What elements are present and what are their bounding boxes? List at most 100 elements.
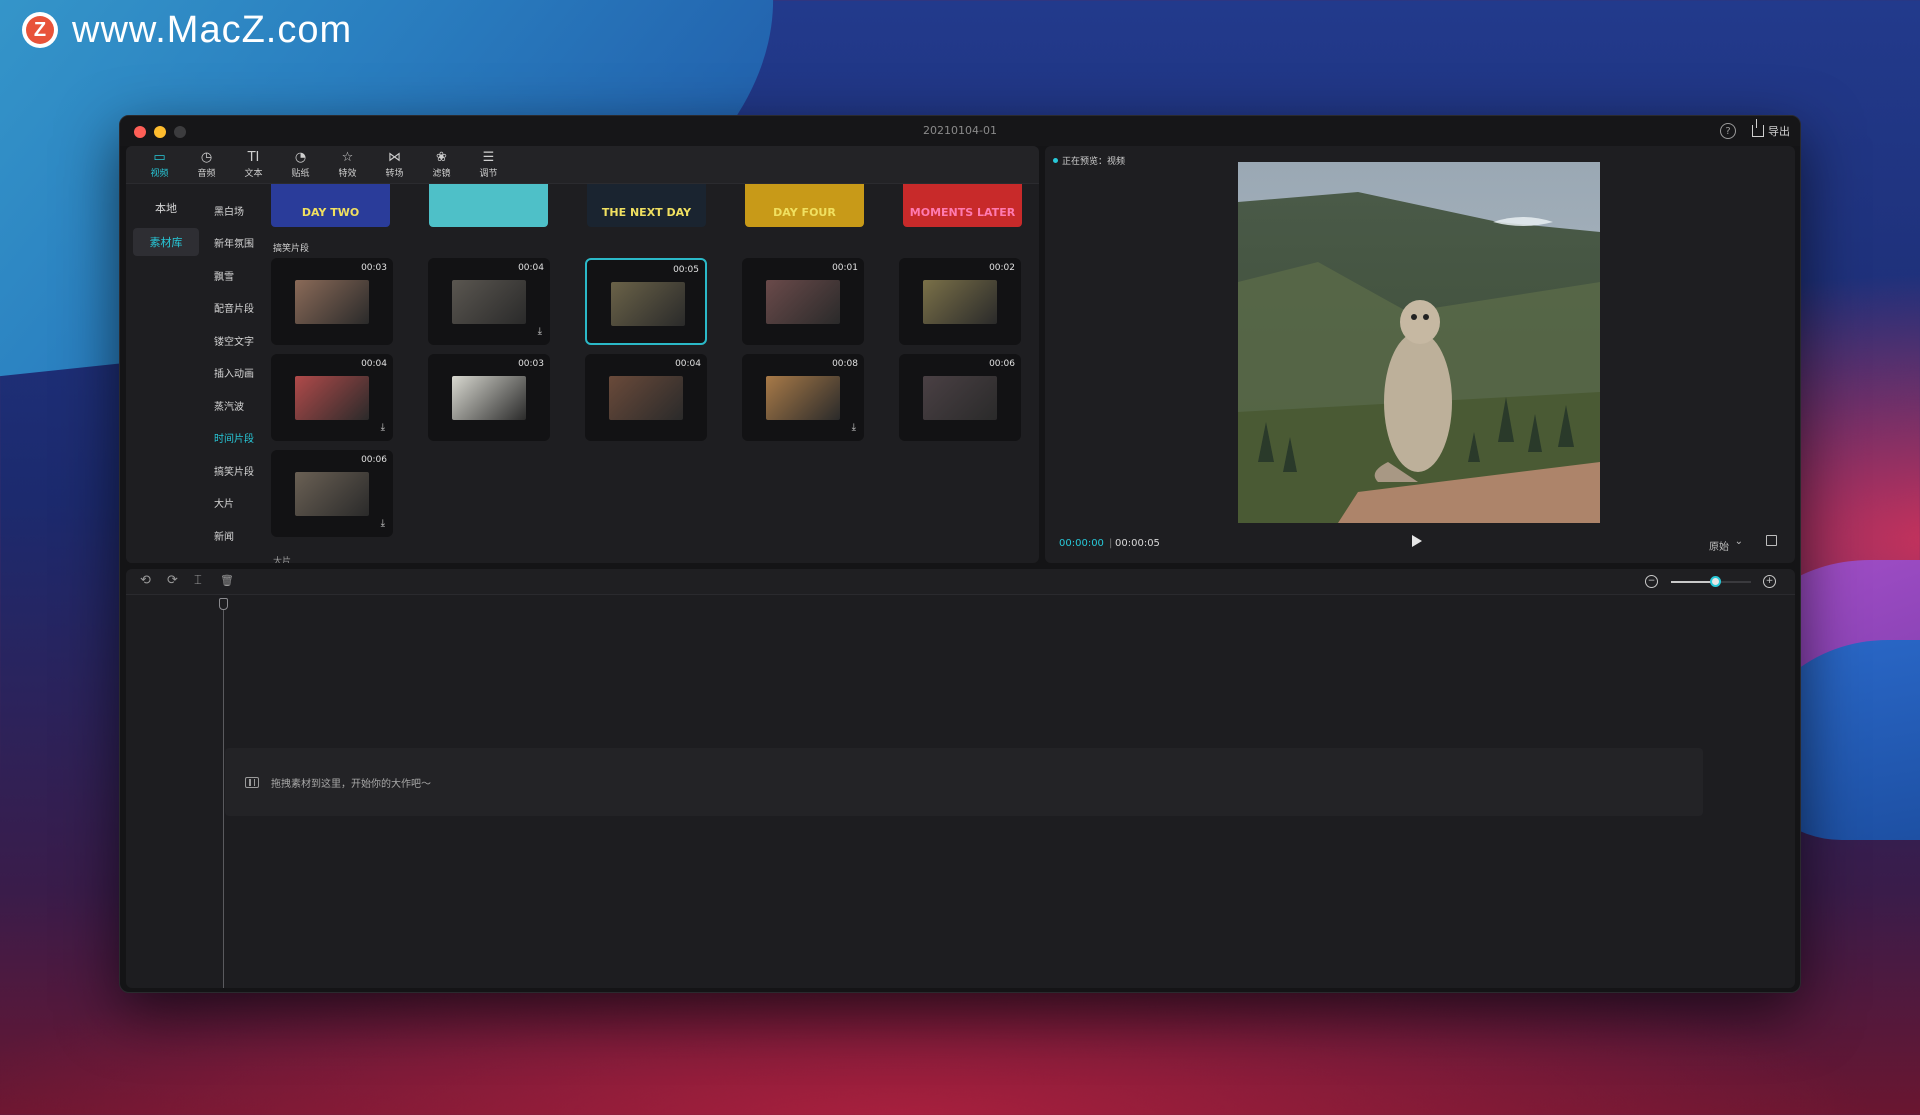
toolbar-tab-4[interactable]: ☆ 特效 [324, 146, 371, 183]
clip-thumbnail [923, 280, 997, 324]
preview-panel: 正在预览：视频 00:00:00 | 00:00:05 原始 ⌄ [1045, 146, 1795, 563]
clip-duration: 00:04 [675, 359, 701, 369]
clip-duration: 00:02 [989, 263, 1015, 273]
category-item[interactable]: 搞笑片段 [206, 454, 266, 487]
toolbar-tab-7[interactable]: ☰ 调节 [465, 146, 512, 183]
clip-card[interactable]: 00:04 ⤓ [428, 258, 550, 345]
clip-card[interactable]: 00:04 ⤓ [271, 354, 393, 441]
film-icon [245, 776, 259, 788]
marmot-video-frame [1238, 162, 1600, 523]
aspect-ratio-select[interactable]: 原始 [1709, 538, 1729, 553]
clip-duration: 00:06 [989, 359, 1015, 369]
category-item[interactable]: 插入动画 [206, 357, 266, 390]
video-preview[interactable] [1238, 162, 1600, 523]
clip-thumbnail [923, 376, 997, 420]
category-item[interactable]: 黑白场 [206, 194, 266, 227]
clip-card[interactable]: 00:06 ⤓ [271, 450, 393, 537]
timeline-drop-zone[interactable]: 拖拽素材到这里，开始你的大作吧～ [225, 748, 1703, 816]
clip-card[interactable]: 00:04 [585, 354, 707, 441]
transition-card[interactable] [429, 184, 548, 227]
category-item[interactable]: 飘雪 [206, 259, 266, 292]
clip-thumbnail [766, 280, 840, 324]
toolbar-tab-label: 滤镜 [432, 168, 451, 179]
export-label: 导出 [1768, 125, 1790, 138]
play-button[interactable] [1412, 535, 1422, 547]
timeline-panel: ⟲ ⟳ ⌶ 🗑 − + 拖拽素材到这里，开始你的大作吧～ [126, 569, 1795, 988]
next-section-title: 大片 [273, 557, 292, 563]
playhead-handle[interactable] [219, 598, 228, 610]
download-icon[interactable]: ⤓ [852, 423, 856, 433]
fullscreen-icon[interactable] [1766, 535, 1777, 546]
clip-thumbnail [452, 280, 526, 324]
toolbar-tab-1[interactable]: ◷ 音频 [183, 146, 230, 183]
download-icon[interactable]: ⤓ [381, 423, 385, 433]
clip-card[interactable]: 00:01 [742, 258, 864, 345]
toolbar-tab-label: 调节 [479, 168, 498, 179]
clip-card[interactable]: 00:03 [428, 354, 550, 441]
transition-card-caption: DAY TWO [301, 206, 360, 219]
transition-card[interactable]: THE NEXT DAY [587, 184, 706, 227]
export-button[interactable]: 导出 [1752, 119, 1790, 141]
app-window: 20210104-01 ? 导出 ▭ 视频 ◷ 音频 TI 文本 ◔ 贴纸 ☆ 特效 ⋈ 转场 ❀ 滤镜 ☰… [119, 115, 1801, 993]
clip-card[interactable]: 00:08 ⤓ [742, 354, 864, 441]
timeline-toolbar: ⟲ ⟳ ⌶ 🗑 − + [126, 569, 1795, 595]
clip-card[interactable]: 00:06 [899, 354, 1021, 441]
media-panel: ▭ 视频 ◷ 音频 TI 文本 ◔ 贴纸 ☆ 特效 ⋈ 转场 ❀ 滤镜 ☰ 调节 本地 素材库 黑白场 新年氛围… [126, 146, 1039, 563]
toolbar-tab-label: 贴纸 [291, 168, 310, 179]
preview-status-text: 正在预览：视频 [1062, 157, 1126, 167]
delete-icon[interactable]: 🗑 [220, 574, 234, 588]
help-button[interactable]: ? [1720, 123, 1736, 139]
download-icon[interactable]: ⤓ [381, 519, 385, 529]
zoom-out-icon[interactable]: − [1645, 575, 1658, 588]
text-icon: TI [247, 149, 260, 165]
category-item[interactable]: 新年氛围 [206, 227, 266, 260]
clip-duration: 00:03 [361, 263, 387, 273]
zoom-slider-handle[interactable] [1710, 576, 1721, 587]
clip-duration: 00:03 [518, 359, 544, 369]
category-item[interactable]: 时间片段 [206, 422, 266, 455]
filter-icon: ❀ [436, 149, 447, 165]
toolbar-tab-6[interactable]: ❀ 滤镜 [418, 146, 465, 183]
zoom-slider-fill [1671, 581, 1715, 583]
clip-card[interactable]: 00:05 [585, 258, 707, 345]
redo-icon[interactable]: ⟳ [167, 574, 178, 588]
time-separator: | [1109, 538, 1113, 549]
undo-icon[interactable]: ⟲ [140, 574, 151, 588]
window-title: 20210104-01 [923, 124, 997, 137]
category-item[interactable]: 配音片段 [206, 292, 266, 325]
video-icon: ▭ [153, 149, 166, 165]
tab-local[interactable]: 本地 [133, 194, 199, 222]
toolbar-tab-5[interactable]: ⋈ 转场 [371, 146, 418, 183]
chevron-down-icon[interactable]: ⌄ [1735, 536, 1743, 547]
clip-duration: 00:06 [361, 455, 387, 465]
toolbar-tab-label: 转场 [385, 168, 404, 179]
clip-duration: 00:08 [832, 359, 858, 369]
transition-card[interactable]: DAY TWO [271, 184, 390, 227]
category-item[interactable]: 蒸汽波 [206, 389, 266, 422]
toolbar-tab-0[interactable]: ▭ 视频 [136, 146, 183, 183]
clip-thumbnail [766, 376, 840, 420]
transition-card[interactable]: DAY FOUR [745, 184, 864, 227]
tab-library[interactable]: 素材库 [133, 228, 199, 256]
source-sidebar: 本地 素材库 [126, 184, 206, 563]
transition-card[interactable]: MOMENTS LATER [903, 184, 1022, 227]
category-list: 黑白场 新年氛围 飘雪 配音片段 镂空文字 插入动画 蒸汽波 时间片段 搞笑片段 大片 新闻 [206, 184, 266, 563]
watermark-text: www.MacZ.com [72, 8, 353, 51]
clip-card[interactable]: 00:02 [899, 258, 1021, 345]
zoom-in-icon[interactable]: + [1763, 575, 1776, 588]
clip-thumbnail [609, 376, 683, 420]
export-icon [1752, 119, 1764, 137]
clip-duration: 00:04 [518, 263, 544, 273]
watermark: Z www.MacZ.com [22, 8, 353, 51]
clip-duration: 00:04 [361, 359, 387, 369]
toolbar-tab-3[interactable]: ◔ 贴纸 [277, 146, 324, 183]
clip-card[interactable]: 00:03 [271, 258, 393, 345]
sticker-icon: ◔ [294, 149, 307, 165]
clip-duration: 00:01 [832, 263, 858, 273]
category-item[interactable]: 镂空文字 [206, 324, 266, 357]
toolbar-tab-2[interactable]: TI 文本 [230, 146, 277, 183]
category-item[interactable]: 大片 [206, 487, 266, 520]
category-item[interactable]: 新闻 [206, 519, 266, 552]
split-icon[interactable]: ⌶ [194, 574, 202, 588]
download-icon[interactable]: ⤓ [538, 327, 542, 337]
